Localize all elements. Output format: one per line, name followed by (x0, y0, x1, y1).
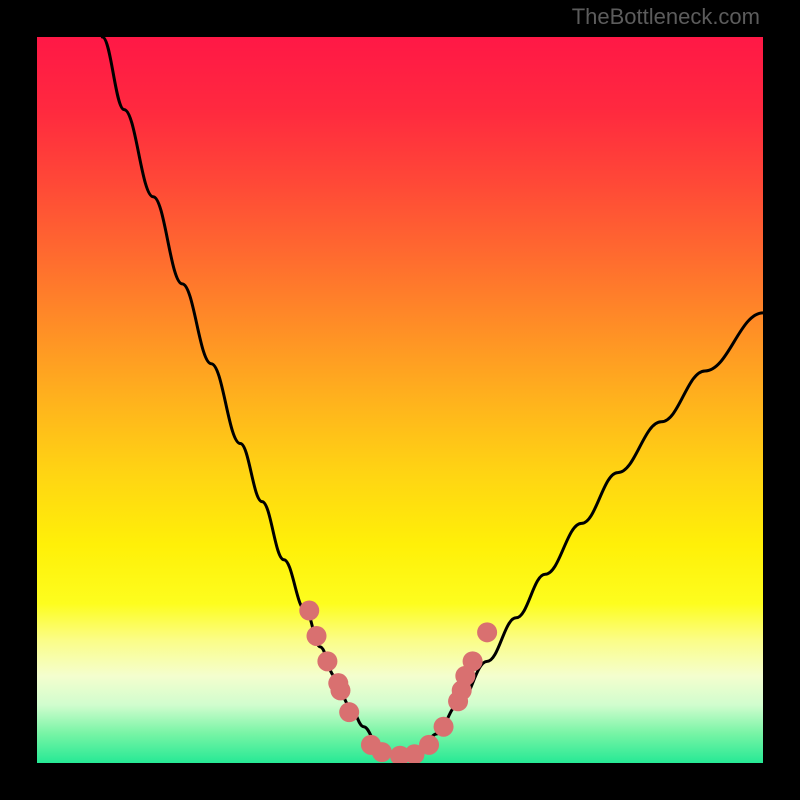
bottleneck-marker (330, 680, 350, 700)
bottleneck-marker (339, 702, 359, 722)
bottleneck-marker (477, 622, 497, 642)
bottleneck-marker (463, 651, 483, 671)
chart-svg (37, 37, 763, 763)
bottleneck-marker (434, 717, 454, 737)
bottleneck-marker (299, 601, 319, 621)
bottleneck-marker (307, 626, 327, 646)
watermark-text: TheBottleneck.com (572, 4, 760, 30)
plot-area (37, 37, 763, 763)
bottleneck-marker (372, 742, 392, 762)
bottleneck-marker (419, 735, 439, 755)
chart-frame: TheBottleneck.com (0, 0, 800, 800)
bottleneck-marker (317, 651, 337, 671)
bottleneck-curve (102, 37, 763, 756)
